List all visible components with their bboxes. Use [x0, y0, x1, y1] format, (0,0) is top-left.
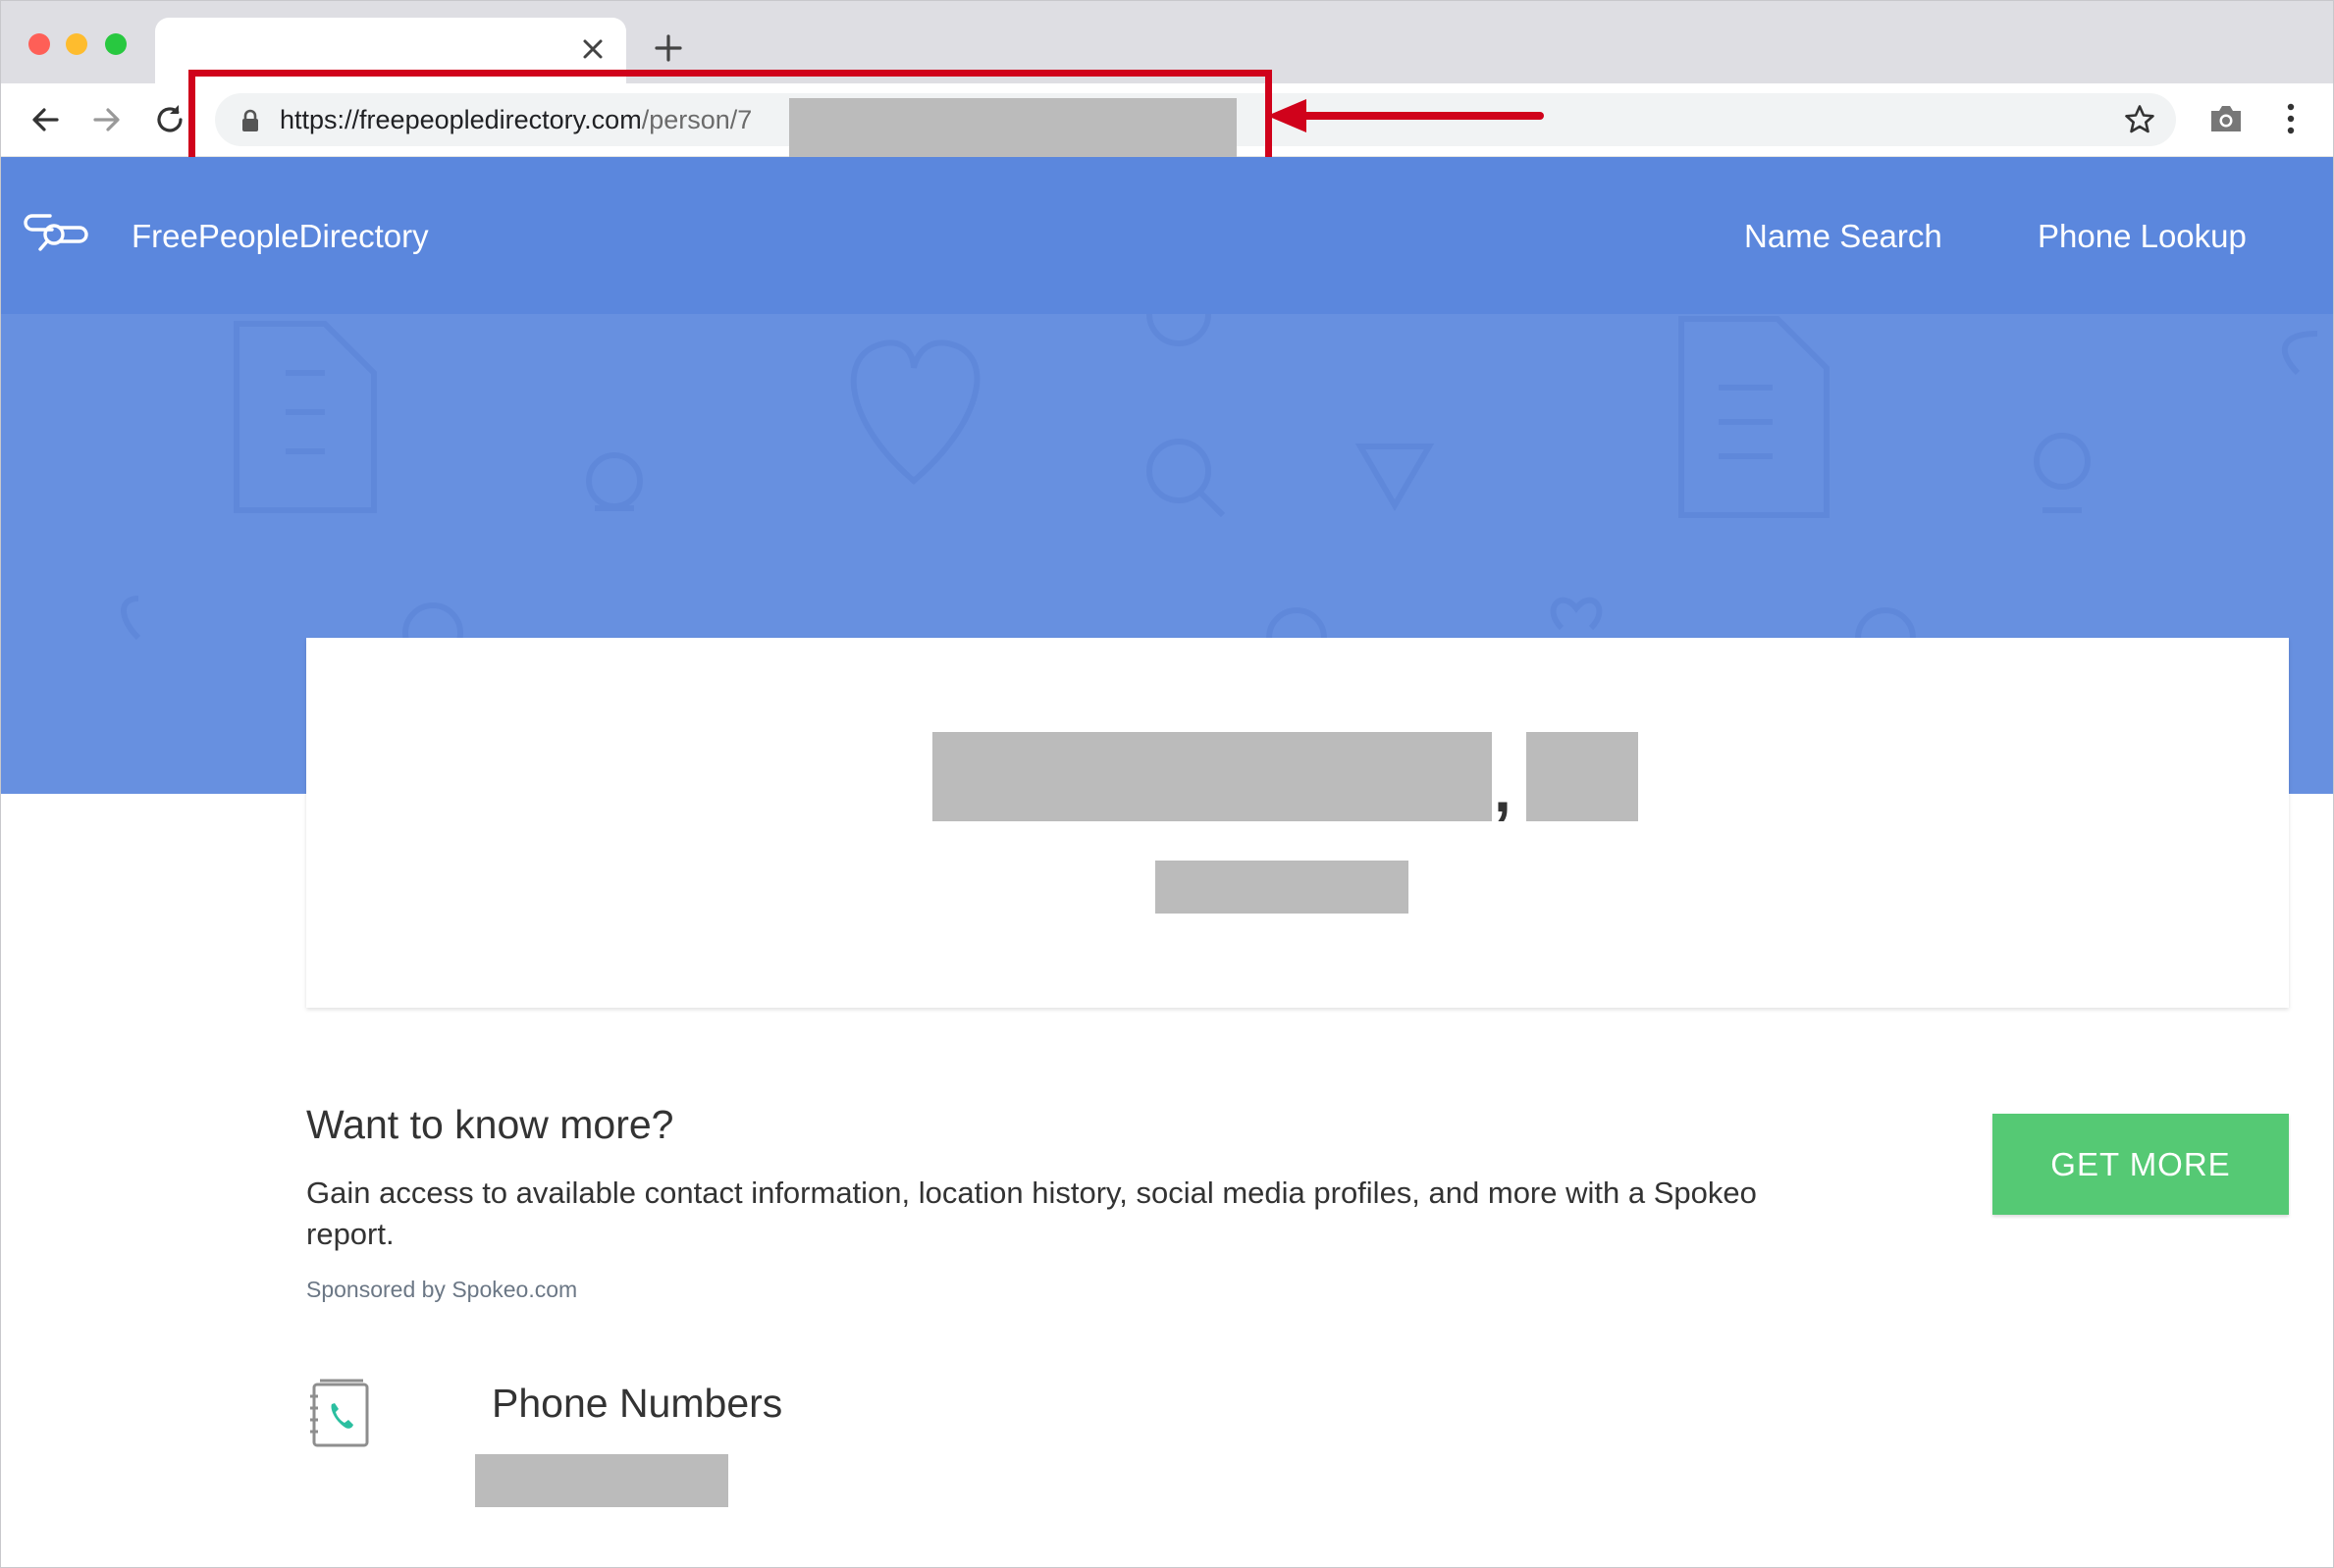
logo-icon[interactable] — [21, 206, 91, 261]
profile-card: , — [306, 638, 2289, 1008]
site-brand[interactable]: FreePeopleDirectory — [132, 218, 429, 255]
promo-text: Gain access to available contact informa… — [306, 1176, 1757, 1251]
phone-numbers-title: Phone Numbers — [492, 1381, 783, 1426]
location-redaction — [1155, 861, 1408, 914]
sponsored-label[interactable]: Sponsored by Spokeo.com — [306, 1277, 577, 1303]
promo-title: Want to know more? — [306, 1102, 674, 1147]
annotation-arrow — [1267, 99, 1544, 132]
site-header: FreePeopleDirectory Name Search Phone Lo… — [1, 157, 2333, 314]
browser-window: https://freepeopledirectory.com/person/7 — [0, 0, 2334, 1568]
back-arrow-icon[interactable] — [27, 102, 63, 137]
camera-icon[interactable] — [2207, 101, 2245, 136]
phonebook-icon — [310, 1379, 369, 1447]
reload-icon[interactable] — [152, 102, 187, 137]
name-separator: , — [1494, 755, 1512, 825]
url-highlight-box — [188, 70, 1272, 170]
window-close-light[interactable] — [28, 33, 50, 55]
forward-arrow-icon[interactable] — [89, 102, 125, 137]
more-vert-icon[interactable] — [2276, 99, 2306, 138]
close-icon[interactable] — [577, 33, 609, 65]
nav-name-search[interactable]: Name Search — [1744, 218, 1942, 255]
name-redaction — [932, 732, 1492, 821]
age-redaction — [1526, 732, 1638, 821]
nav-phone-lookup[interactable]: Phone Lookup — [2038, 218, 2247, 255]
window-zoom-light[interactable] — [105, 33, 127, 55]
phone-redaction — [475, 1454, 728, 1507]
window-minimize-light[interactable] — [66, 33, 87, 55]
plus-icon[interactable] — [651, 30, 686, 66]
star-icon[interactable] — [2123, 103, 2156, 136]
get-more-button[interactable]: GET MORE — [1992, 1114, 2289, 1215]
